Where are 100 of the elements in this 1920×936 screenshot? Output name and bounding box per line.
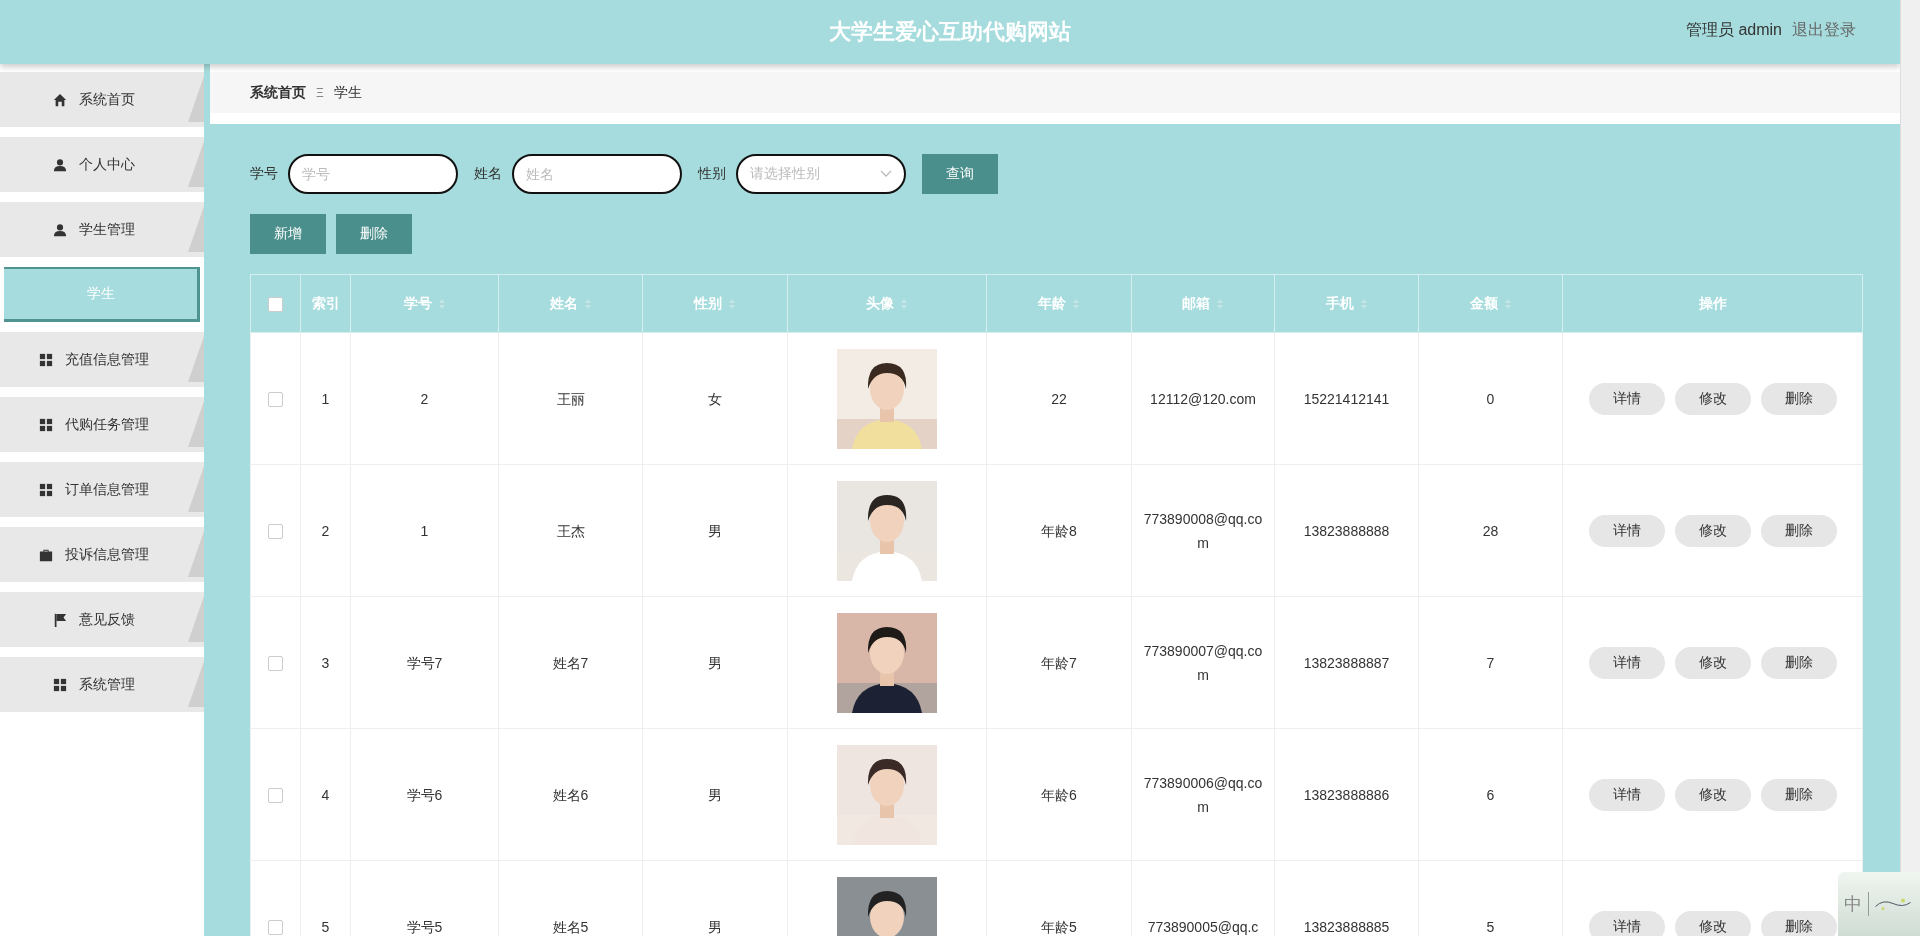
table-cell: 姓名5	[552, 918, 589, 935]
grid-icon	[39, 417, 53, 432]
sort-icon	[900, 297, 908, 310]
input-field[interactable]: 姓名	[512, 154, 682, 194]
table-cell: 学号7	[406, 654, 443, 671]
table-cell: 王丽	[556, 390, 585, 407]
edit-button[interactable]: 修改	[1674, 382, 1751, 415]
table-cell: 28	[1482, 522, 1499, 539]
table-cell: 女	[708, 390, 722, 407]
table-cell: 男	[708, 786, 722, 803]
table-cell: 22	[1051, 390, 1067, 407]
table-cell: 773890006@qq.com	[1143, 774, 1263, 815]
table-cell: 773890007@qq.com	[1143, 642, 1263, 683]
menu-item[interactable]: 学生管理	[0, 202, 204, 257]
table-cell: 13823888887	[1303, 654, 1390, 671]
delete-button[interactable]: 删除	[336, 214, 412, 254]
checkbox[interactable]	[268, 788, 283, 804]
table-cell: 男	[708, 654, 722, 671]
fold-icon	[188, 401, 204, 447]
sort-icon	[1216, 297, 1224, 310]
checkbox[interactable]	[268, 392, 283, 408]
checkbox[interactable]	[268, 296, 283, 312]
fold-icon	[188, 596, 204, 642]
delete-button[interactable]: 删除	[1760, 646, 1837, 679]
search-button[interactable]: 查询	[922, 154, 998, 194]
edit-button[interactable]: 修改	[1674, 514, 1751, 547]
user-label: 管理员 admin	[1685, 20, 1782, 40]
table-cell: 13823888885	[1303, 918, 1390, 935]
details-button[interactable]: 详情	[1588, 910, 1665, 936]
breadcrumb-item: 学生	[333, 83, 362, 102]
table-cell: 7	[1486, 654, 1495, 671]
table-cell: 2	[321, 522, 330, 539]
delete-button[interactable]: 删除	[1760, 778, 1837, 811]
table-cell: 学号5	[406, 918, 443, 935]
edit-button[interactable]: 修改	[1674, 910, 1751, 936]
grid-icon	[39, 352, 53, 367]
table-cell: 1	[321, 390, 330, 407]
table-cell: 4	[321, 786, 330, 803]
sort-icon	[437, 297, 446, 310]
sort-icon	[583, 297, 592, 310]
edit-button[interactable]: 修改	[1674, 646, 1751, 679]
menu-item[interactable]: 系统管理	[0, 657, 204, 712]
checkbox[interactable]	[268, 656, 283, 672]
table-cell: 13823888886	[1303, 786, 1390, 803]
person-icon	[53, 157, 67, 172]
table-cell: 5	[321, 918, 330, 935]
flag-icon	[53, 612, 67, 627]
menu-item[interactable]: 订单信息管理	[0, 462, 204, 517]
details-button[interactable]: 详情	[1588, 778, 1665, 811]
table-cell: 5	[1486, 918, 1495, 935]
table-cell: 2	[420, 390, 429, 407]
table-cell: 男	[708, 522, 722, 539]
breadcrumb-item[interactable]: 系统首页	[250, 83, 306, 102]
table-cell: 年龄7	[1041, 654, 1077, 671]
table-cell: 6	[1486, 786, 1495, 803]
checkbox[interactable]	[268, 524, 283, 540]
details-button[interactable]: 详情	[1588, 382, 1665, 415]
breadcrumb-separator: Ξ	[316, 85, 324, 100]
home-icon	[53, 92, 67, 107]
table-cell: 年龄6	[1041, 786, 1077, 803]
add-button[interactable]: 新增	[250, 214, 326, 254]
logout-link[interactable]: 退出登录	[1792, 20, 1856, 41]
sort-icon	[1072, 297, 1080, 310]
table-cell: 学号6	[406, 786, 443, 803]
edit-button[interactable]: 修改	[1674, 778, 1751, 811]
details-button[interactable]: 详情	[1588, 514, 1665, 547]
fold-icon	[188, 531, 204, 577]
table-cell: 1	[420, 522, 429, 539]
table-cell: 年龄8	[1041, 522, 1077, 539]
menu-item[interactable]: 个人中心	[0, 137, 204, 192]
menu-item[interactable]: 系统首页	[0, 72, 204, 127]
sort-icon	[1359, 297, 1368, 310]
sort-icon	[1503, 297, 1512, 310]
delete-button[interactable]: 删除	[1760, 382, 1837, 415]
details-button[interactable]: 详情	[1588, 646, 1665, 679]
menu-item[interactable]: 代购任务管理	[0, 397, 204, 452]
table-cell: 姓名6	[552, 786, 589, 803]
input-field[interactable]: 学号	[288, 154, 458, 194]
field-label: 姓名	[474, 165, 502, 183]
delete-button[interactable]: 删除	[1760, 910, 1837, 936]
fold-icon	[188, 141, 204, 187]
table-cell: 王杰	[556, 522, 585, 539]
briefcase-icon	[39, 547, 53, 562]
table-cell: 773890008@qq.com	[1143, 510, 1263, 551]
table-cell: 3	[321, 654, 330, 671]
fold-icon	[188, 206, 204, 252]
scrollbar[interactable]	[1900, 0, 1920, 872]
table-cell: 13823888888	[1303, 522, 1390, 539]
checkbox[interactable]	[268, 920, 283, 936]
table-cell: 年龄5	[1041, 918, 1077, 935]
chevron-icon	[880, 170, 892, 178]
menu-item[interactable]: 充值信息管理	[0, 332, 204, 387]
table-cell: 15221412141	[1303, 390, 1390, 407]
sort-icon	[728, 297, 736, 310]
delete-button[interactable]: 删除	[1760, 514, 1837, 547]
menu-item[interactable]: 投诉信息管理	[0, 527, 204, 582]
table-cell: 姓名7	[552, 654, 589, 671]
fold-icon	[188, 336, 204, 382]
grid-icon	[53, 677, 67, 692]
menu-item[interactable]: 意见反馈	[0, 592, 204, 647]
